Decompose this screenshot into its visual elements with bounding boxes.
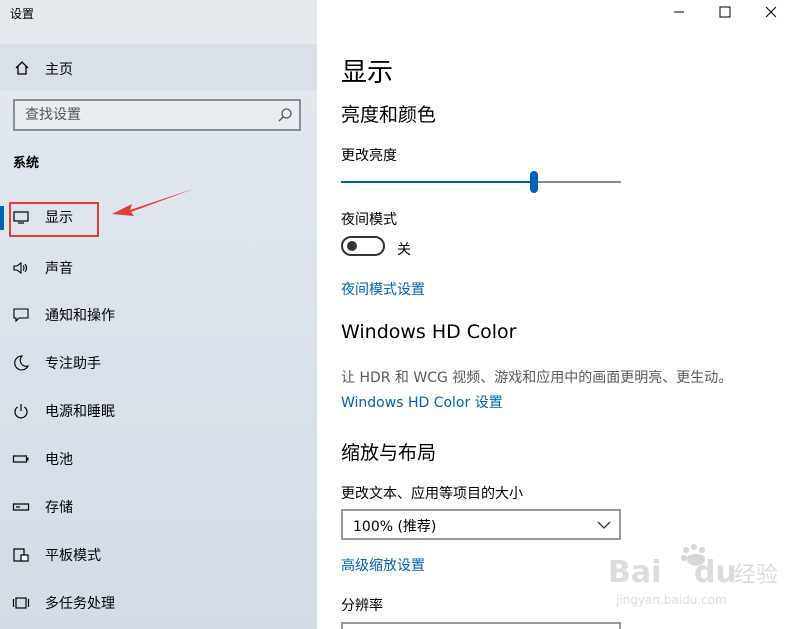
content-pane: 显示 亮度和颜色 更改亮度 夜间模式 关 夜间模式设置 Windows HD C… bbox=[317, 0, 794, 629]
sidebar-item-label: 存储 bbox=[45, 500, 73, 516]
scale-dropdown-value: 100% (推荐) bbox=[353, 519, 437, 535]
brightness-slider[interactable] bbox=[341, 171, 621, 193]
moon-icon bbox=[14, 355, 30, 371]
svg-text:Bai: Bai bbox=[608, 555, 661, 590]
resolution-dropdown[interactable] bbox=[341, 622, 621, 629]
sidebar-item-home[interactable]: 主页 bbox=[0, 44, 317, 90]
page-title: 显示 bbox=[341, 58, 394, 88]
sidebar-item-label: 平板模式 bbox=[45, 548, 101, 564]
sidebar-item-multitasking[interactable]: 多任务处理 bbox=[0, 580, 317, 626]
hdr-settings-link[interactable]: Windows HD Color 设置 bbox=[341, 392, 503, 412]
svg-text:du: du bbox=[694, 555, 737, 590]
sidebar-item-battery[interactable]: 电池 bbox=[0, 436, 317, 482]
scale-header: 缩放与布局 bbox=[341, 442, 437, 464]
sidebar-item-label: 声音 bbox=[45, 261, 73, 277]
app-title: 设置 bbox=[10, 7, 35, 21]
home-icon bbox=[15, 61, 29, 75]
sidebar-item-focus-assist[interactable]: 专注助手 bbox=[0, 340, 317, 386]
title-bar: 设置 bbox=[0, 0, 317, 44]
resolution-label: 分辨率 bbox=[341, 598, 383, 614]
close-icon bbox=[765, 6, 777, 18]
sidebar-item-label: 电源和睡眠 bbox=[45, 404, 115, 420]
maximize-icon bbox=[719, 6, 731, 18]
sidebar-item-label: 专注助手 bbox=[45, 356, 101, 372]
close-button[interactable] bbox=[748, 0, 794, 24]
annotation-highlight-box bbox=[9, 202, 99, 237]
baidu-watermark: Bai du 经验 jingyan.baidu.com bbox=[608, 544, 778, 607]
section-label-system: 系统 bbox=[13, 156, 40, 171]
active-indicator bbox=[0, 206, 4, 230]
sidebar-item-label: 多任务处理 bbox=[45, 596, 115, 612]
sidebar-item-notifications[interactable]: 通知和操作 bbox=[0, 292, 317, 338]
night-light-toggle[interactable] bbox=[341, 236, 385, 256]
minimize-icon bbox=[674, 11, 684, 13]
slider-fill bbox=[341, 181, 535, 183]
home-label: 主页 bbox=[45, 62, 73, 78]
svg-text:jingyan.baidu.com: jingyan.baidu.com bbox=[615, 593, 727, 607]
search-box[interactable] bbox=[13, 99, 301, 131]
power-icon bbox=[14, 404, 28, 419]
speaker-icon bbox=[13, 261, 28, 275]
sidebar-item-storage[interactable]: 存储 bbox=[0, 484, 317, 530]
hdr-header: Windows HD Color bbox=[341, 321, 517, 343]
advanced-scaling-link[interactable]: 高级缩放设置 bbox=[341, 555, 425, 575]
sidebar-item-tablet-mode[interactable]: 平板模式 bbox=[0, 532, 317, 578]
sidebar-item-label: 通知和操作 bbox=[45, 308, 115, 324]
sidebar-item-sound[interactable]: 声音 bbox=[0, 245, 317, 291]
search-icon[interactable] bbox=[277, 107, 293, 123]
toggle-knob bbox=[347, 241, 357, 251]
brightness-header: 亮度和颜色 bbox=[341, 104, 437, 126]
minimize-button[interactable] bbox=[656, 0, 702, 24]
tablet-icon bbox=[13, 548, 29, 562]
sidebar: 设置 主页 系统 显示 声音 通知和操作 bbox=[0, 0, 317, 629]
sidebar-item-power-sleep[interactable]: 电源和睡眠 bbox=[0, 388, 317, 434]
night-light-label: 夜间模式 bbox=[341, 212, 397, 228]
brightness-label: 更改亮度 bbox=[341, 148, 397, 164]
storage-icon bbox=[12, 503, 30, 511]
hdr-description: 让 HDR 和 WCG 视频、游戏和应用中的画面更明亮、更生动。 bbox=[341, 370, 733, 386]
svg-text:经验: 经验 bbox=[734, 563, 778, 588]
battery-icon bbox=[12, 455, 29, 463]
notification-icon bbox=[13, 308, 29, 323]
night-light-state: 关 bbox=[397, 242, 411, 258]
slider-thumb[interactable] bbox=[530, 171, 539, 193]
search-input[interactable] bbox=[15, 101, 265, 129]
scale-label: 更改文本、应用等项目的大小 bbox=[341, 486, 523, 502]
multitask-icon bbox=[12, 597, 30, 609]
night-light-settings-link[interactable]: 夜间模式设置 bbox=[341, 279, 425, 299]
chevron-down-icon bbox=[597, 521, 611, 529]
maximize-button[interactable] bbox=[702, 0, 748, 24]
sidebar-item-label: 电池 bbox=[45, 452, 73, 468]
scale-dropdown[interactable]: 100% (推荐) bbox=[341, 509, 621, 540]
annotation-arrow bbox=[112, 188, 196, 216]
